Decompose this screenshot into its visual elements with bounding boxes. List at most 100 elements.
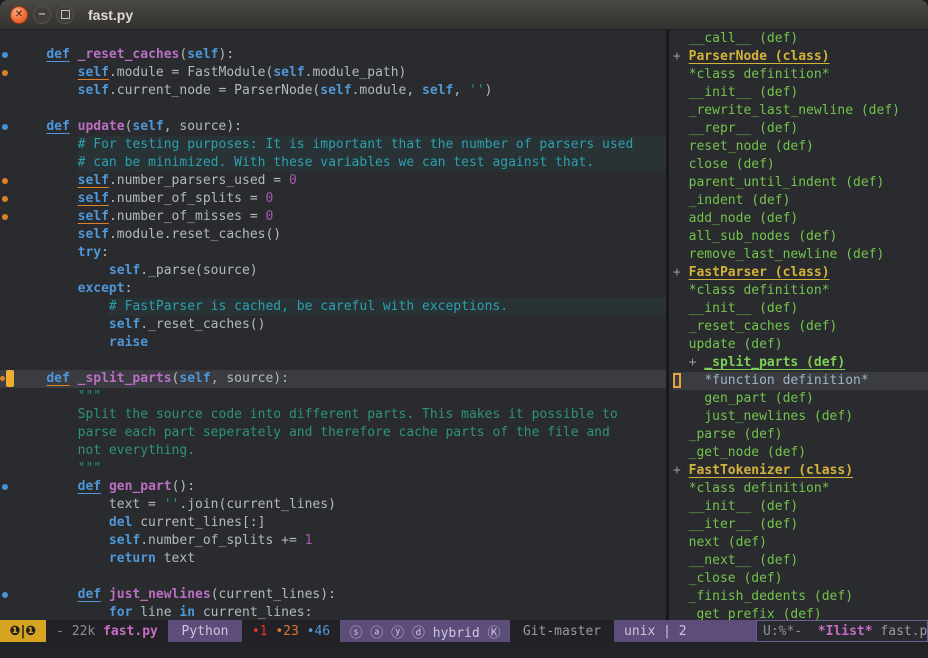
- gutter: [0, 388, 15, 406]
- code-line[interactable]: def just_newlines(current_lines):: [0, 586, 666, 604]
- code-line[interactable]: # For testing purposes: It is important …: [0, 136, 666, 154]
- imenu-item[interactable]: _get_node (def): [673, 444, 928, 462]
- imenu-item[interactable]: close (def): [673, 156, 928, 174]
- imenu-item-label: FastTokenizer (class): [689, 463, 853, 478]
- code-line[interactable]: """: [0, 388, 666, 406]
- imenu-item[interactable]: remove_last_newline (def): [673, 246, 928, 264]
- imenu-item[interactable]: parent_until_indent (def): [673, 174, 928, 192]
- imenu-item-label: _rewrite_last_newline (def): [689, 103, 900, 118]
- change-dot-marker: [0, 118, 15, 136]
- imenu-item[interactable]: + _split_parts (def): [673, 354, 928, 372]
- code-line[interactable]: not everything.: [0, 442, 666, 460]
- code-line[interactable]: text = ''.join(current_lines): [0, 496, 666, 514]
- imenu-item[interactable]: __init__ (def): [673, 300, 928, 318]
- imenu-item[interactable]: *function definition*: [673, 372, 928, 390]
- imenu-item-label: _parse (def): [689, 427, 783, 442]
- expand-plus-icon: +: [673, 49, 689, 64]
- imenu-item[interactable]: just_newlines (def): [673, 408, 928, 426]
- imenu-item[interactable]: __iter__ (def): [673, 516, 928, 534]
- major-mode-segment[interactable]: Python: [168, 620, 242, 642]
- close-button[interactable]: ✕: [10, 6, 28, 24]
- minimize-button[interactable]: −: [33, 6, 51, 24]
- code-line[interactable]: def _reset_caches(self):: [0, 46, 666, 64]
- code-line[interactable]: """: [0, 460, 666, 478]
- imenu-item[interactable]: all_sub_nodes (def): [673, 228, 928, 246]
- code-text: self.current_node = ParserNode(self.modu…: [78, 82, 493, 100]
- code-line[interactable]: # FastParser is cached, be careful with …: [0, 298, 666, 316]
- code-line[interactable]: def _split_parts(self, source):: [0, 370, 666, 388]
- bookmark-bar-marker: [0, 370, 15, 388]
- imenu-sidebar[interactable]: __call__ (def)+ ParserNode (class) *clas…: [669, 30, 928, 620]
- code-line[interactable]: [0, 568, 666, 586]
- imenu-item[interactable]: reset_node (def): [673, 138, 928, 156]
- imenu-item[interactable]: __init__ (def): [673, 84, 928, 102]
- maximize-button[interactable]: [56, 6, 74, 24]
- code-text: raise: [109, 334, 148, 352]
- code-pane[interactable]: def _reset_caches(self): self.module = F…: [0, 30, 666, 620]
- imenu-item[interactable]: _finish_dedents (def): [673, 588, 928, 606]
- code-line[interactable]: self.current_node = ParserNode(self.modu…: [0, 82, 666, 100]
- code-text: # FastParser is cached, be careful with …: [109, 298, 666, 316]
- code-line[interactable]: try:: [0, 244, 666, 262]
- imenu-item[interactable]: _parse (def): [673, 426, 928, 444]
- imenu-item[interactable]: __call__ (def): [673, 30, 928, 48]
- imenu-item[interactable]: __next__ (def): [673, 552, 928, 570]
- code-line[interactable]: self.module = FastModule(self.module_pat…: [0, 64, 666, 82]
- imenu-item-label: __init__ (def): [689, 301, 799, 316]
- imenu-item-label: remove_last_newline (def): [689, 247, 885, 262]
- code-line[interactable]: raise: [0, 334, 666, 352]
- imenu-item-label: all_sub_nodes (def): [689, 229, 838, 244]
- code-line[interactable]: def update(self, source):: [0, 118, 666, 136]
- code-line[interactable]: self.number_parsers_used = 0: [0, 172, 666, 190]
- imenu-item[interactable]: _rewrite_last_newline (def): [673, 102, 928, 120]
- code-line[interactable]: self._reset_caches(): [0, 316, 666, 334]
- code-line[interactable]: for line in current_lines:: [0, 604, 666, 620]
- code-line[interactable]: [0, 352, 666, 370]
- flycheck-counts-segment[interactable]: •1 •23 •46: [242, 620, 340, 642]
- imenu-item-label: *class definition*: [689, 67, 830, 82]
- gutter: [0, 496, 15, 514]
- imenu-item[interactable]: gen_part (def): [673, 390, 928, 408]
- window-number-segment[interactable]: ❶|❶: [0, 620, 46, 642]
- code-line[interactable]: self.number_of_misses = 0: [0, 208, 666, 226]
- buffer-info-segment[interactable]: - 22k fast.py: [46, 620, 168, 642]
- code-line[interactable]: Split the source code into different par…: [0, 406, 666, 424]
- imenu-item[interactable]: _close (def): [673, 570, 928, 588]
- encoding-segment[interactable]: unix | 2: [614, 620, 756, 642]
- code-line[interactable]: return text: [0, 550, 666, 568]
- imenu-item[interactable]: next (def): [673, 534, 928, 552]
- git-branch-segment[interactable]: Git-master: [510, 620, 614, 642]
- imenu-item[interactable]: *class definition*: [673, 66, 928, 84]
- code-line[interactable]: self.module.reset_caches(): [0, 226, 666, 244]
- code-text: self.number_of_splits = 0: [78, 190, 274, 208]
- code-line[interactable]: # can be minimized. With these variables…: [0, 154, 666, 172]
- imenu-item[interactable]: _reset_caches (def): [673, 318, 928, 336]
- imenu-item[interactable]: *class definition*: [673, 480, 928, 498]
- expand-plus-icon: +: [673, 463, 689, 478]
- code-line[interactable]: parse each part seperately and therefore…: [0, 424, 666, 442]
- code-line[interactable]: self.number_of_splits += 1: [0, 532, 666, 550]
- imenu-item[interactable]: _indent (def): [673, 192, 928, 210]
- titlebar[interactable]: ✕ − fast.py: [0, 0, 928, 30]
- imenu-item[interactable]: + FastTokenizer (class): [673, 462, 928, 480]
- code-text: """: [78, 388, 101, 406]
- gutter: [0, 298, 15, 316]
- imenu-item[interactable]: add_node (def): [673, 210, 928, 228]
- code-line[interactable]: del current_lines[:]: [0, 514, 666, 532]
- imenu-item[interactable]: __init__ (def): [673, 498, 928, 516]
- imenu-item[interactable]: + FastParser (class): [673, 264, 928, 282]
- code-line[interactable]: except:: [0, 280, 666, 298]
- code-line[interactable]: [0, 100, 666, 118]
- code-line[interactable]: self.number_of_splits = 0: [0, 190, 666, 208]
- imenu-item[interactable]: _get_prefix (def): [673, 606, 928, 620]
- minor-modes-segment[interactable]: ⓢ ⓐ ⓨ ⓓ hybrid Ⓚ: [340, 620, 510, 642]
- imenu-item[interactable]: + ParserNode (class): [673, 48, 928, 66]
- imenu-item-label: _finish_dedents (def): [689, 589, 853, 604]
- code-line[interactable]: def gen_part():: [0, 478, 666, 496]
- change-dot-marker: [0, 64, 15, 82]
- imenu-item[interactable]: update (def): [673, 336, 928, 354]
- imenu-item[interactable]: __repr__ (def): [673, 120, 928, 138]
- code-text: self.number_of_misses = 0: [78, 208, 274, 226]
- code-line[interactable]: self._parse(source): [0, 262, 666, 280]
- imenu-item[interactable]: *class definition*: [673, 282, 928, 300]
